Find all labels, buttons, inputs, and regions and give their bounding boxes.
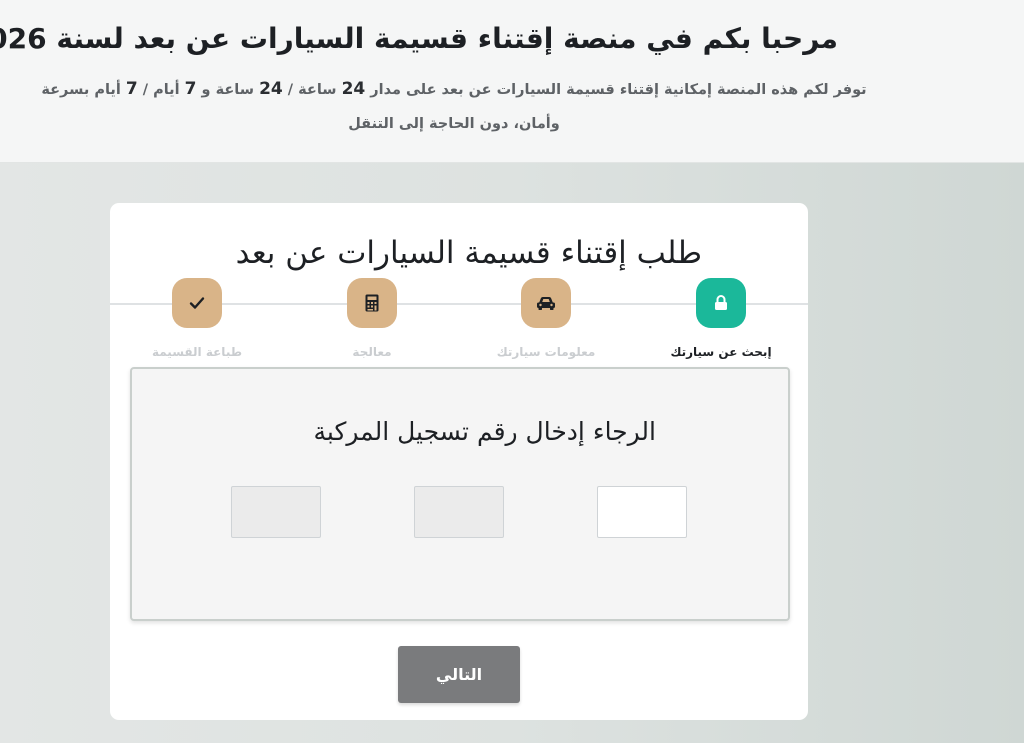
step-label-car-info: معلومات سيارتك [496,345,596,359]
plate-entry-panel: الرجاء إدخال رقم تسجيل المركبة [130,367,790,621]
step-label-search-car: إبحث عن سيارتك [670,345,772,359]
check-icon [189,297,205,309]
next-button[interactable]: التالي [398,646,520,703]
subtitle-text: أيام / [137,82,185,98]
step-label-processing: معالجة [352,345,392,359]
car-icon [537,297,555,310]
header-banner: مرحبا بكم في منصة إقتناء قسيمة السيارات … [0,0,1024,163]
step-processing[interactable] [347,278,397,328]
subtitle-text: توفر لكم هذه المنصة إمكانية إقتناء قسيمة… [365,82,867,98]
subtitle-line-2: وأمان، دون الحاجة إلى التنقل [348,116,560,132]
subtitle-number: 7 [125,79,138,99]
plate-field-left[interactable] [231,486,321,538]
welcome-subtitle: توفر لكم هذه المنصة إمكانية إقتناء قسيمة… [34,72,874,141]
step-car-info[interactable] [521,278,571,328]
step-print-sticker[interactable] [172,278,222,328]
request-card: طلب إقتناء قسيمة السيارات عن بعد إبحث عن… [110,203,808,720]
step-search-car[interactable] [696,278,746,328]
subtitle-text: ساعة و [196,82,260,98]
subtitle-number: 24 [259,79,283,99]
plate-field-middle[interactable] [414,486,504,538]
card-title: طلب إقتناء قسيمة السيارات عن بعد [235,235,702,271]
welcome-title: مرحبا بكم في منصة إقتناء قسيمة السيارات … [0,22,838,55]
step-label-print-sticker: طباعة القسيمة [151,345,243,359]
calculator-icon [365,294,379,312]
lock-icon [715,295,727,310]
subtitle-text: ساعة / [282,82,342,98]
plate-field-right[interactable] [597,486,687,538]
subtitle-number: 24 [341,79,366,99]
plate-entry-title: الرجاء إدخال رقم تسجيل المركبة [313,417,656,446]
subtitle-number: 7 [184,79,197,99]
subtitle-text: أيام بسرعة [41,82,126,98]
